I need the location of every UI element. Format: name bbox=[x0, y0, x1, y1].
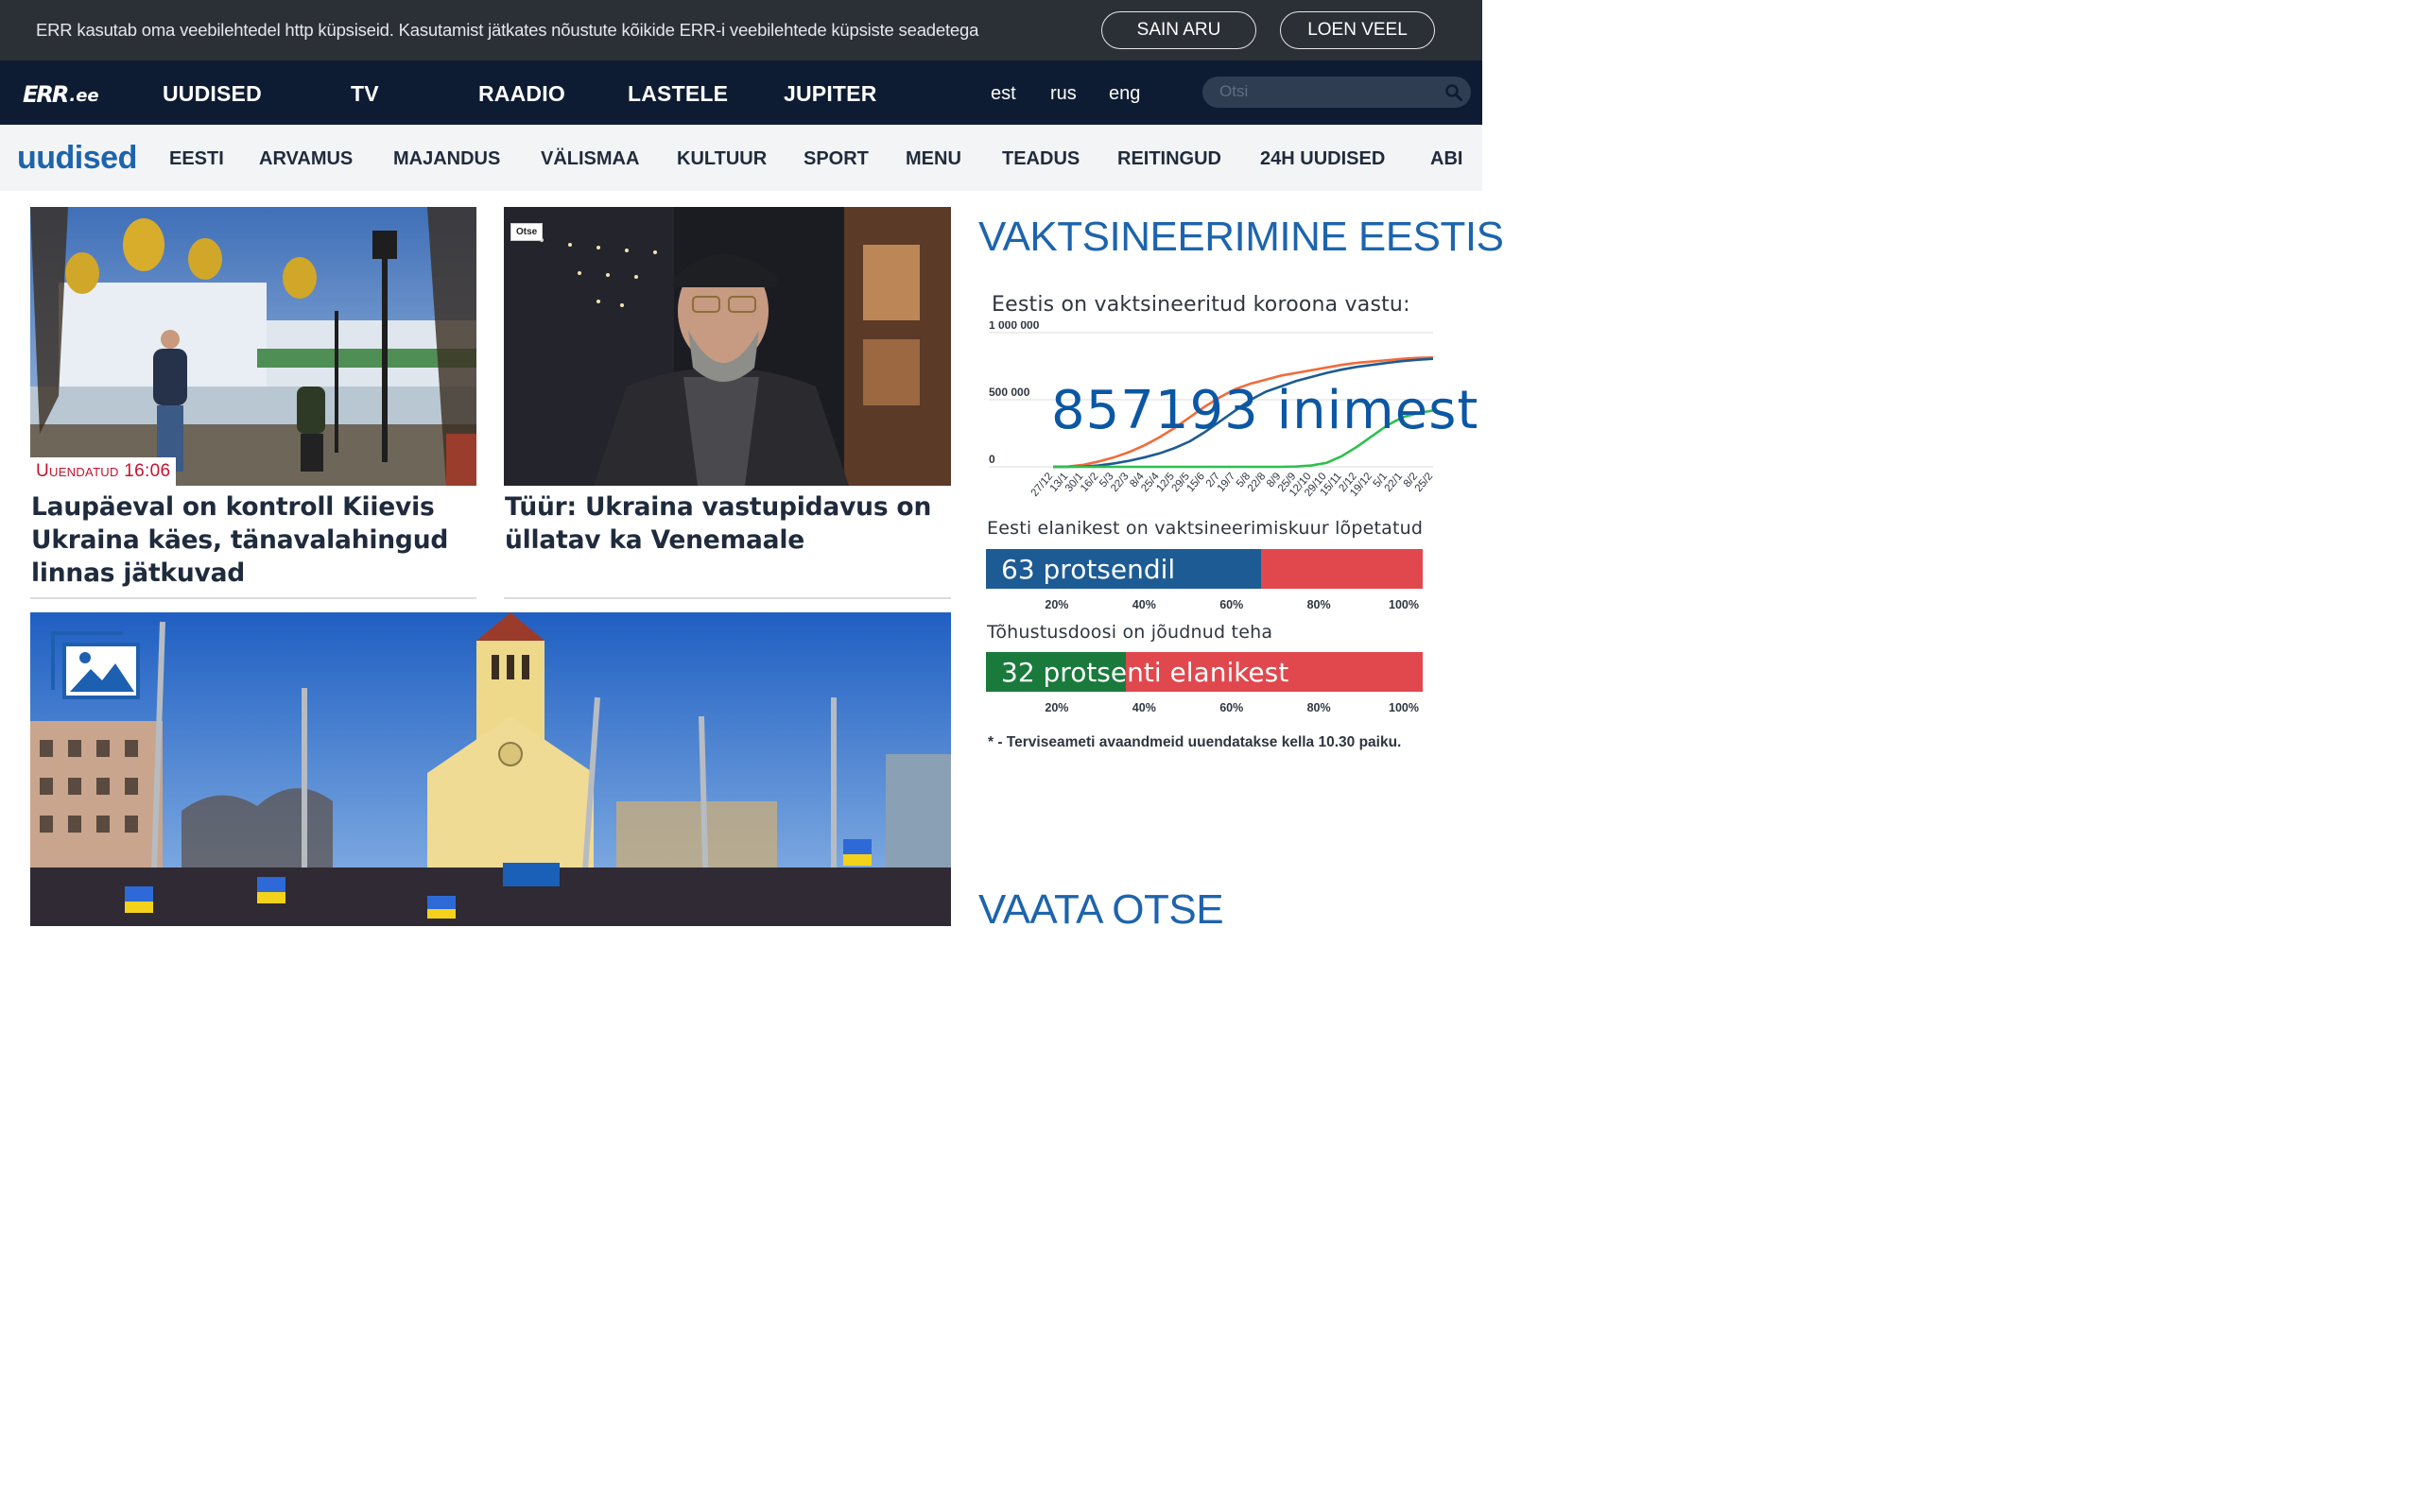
bar-axis-tick: 20% bbox=[1045, 701, 1069, 714]
bar-axis-tick: 100% bbox=[1389, 598, 1419, 611]
subnav-teadus[interactable]: TEADUS bbox=[1002, 148, 1080, 170]
cookie-read-more-button[interactable]: LOEN VEEL bbox=[1280, 11, 1435, 49]
chart-y-tick-label: 500 000 bbox=[989, 386, 1030, 399]
vaccination-heading: VAKTSINEERIMINE EESTIS bbox=[978, 214, 1504, 260]
chart-y-tick-label: 0 bbox=[989, 453, 995, 466]
subnav-24h-uudised[interactable]: 24H UUDISED bbox=[1260, 148, 1385, 170]
logo-mark: ERR bbox=[23, 81, 69, 108]
updated-badge: Uuendatud 16:06 bbox=[30, 457, 177, 486]
article-divider bbox=[504, 597, 951, 599]
bar-axis-tick: 40% bbox=[1132, 701, 1156, 714]
bar-axis-tick: 100% bbox=[1389, 701, 1419, 714]
completed-bar-label: 63 protsendil bbox=[1001, 554, 1176, 585]
subnav-abi[interactable]: ABI bbox=[1430, 148, 1462, 170]
chart-y-tick-label: 1 000 000 bbox=[989, 321, 1040, 332]
chart-x-tick-label: 25/2 bbox=[1413, 471, 1436, 494]
lang-est[interactable]: est bbox=[991, 83, 1016, 105]
logo-domain: .ee bbox=[69, 86, 99, 106]
search-input[interactable] bbox=[1219, 81, 1427, 102]
nav-tv[interactable]: TV bbox=[351, 81, 379, 107]
nav-raadio[interactable]: RAADIO bbox=[478, 81, 565, 107]
subnav-majandus[interactable]: MAJANDUS bbox=[393, 148, 500, 170]
article-image-kyiv[interactable] bbox=[30, 207, 476, 486]
bar-axis-tick: 40% bbox=[1132, 598, 1156, 611]
bar-axis-tick: 80% bbox=[1306, 701, 1331, 714]
subnav-arvamus[interactable]: ARVAMUS bbox=[259, 148, 353, 170]
photo-gallery-icon[interactable] bbox=[49, 629, 142, 701]
completed-bar-axis: 20% 40% 60% 80% 100% bbox=[986, 598, 1423, 617]
subnav-sport[interactable]: SPORT bbox=[804, 148, 869, 170]
search-icon[interactable] bbox=[1444, 83, 1463, 102]
nav-jupiter[interactable]: JUPITER bbox=[784, 81, 877, 107]
lang-rus[interactable]: rus bbox=[1050, 83, 1077, 105]
chart-caption: Eestis on vaktsineeritud koroona vastu: bbox=[992, 293, 1410, 317]
booster-bar-label: 32 protsenti elanikest bbox=[1001, 657, 1289, 688]
article-title-tuur[interactable]: Tüür: Ukraina vastupidavus on üllatav ka… bbox=[505, 490, 949, 557]
subnav-eesti[interactable]: EESTI bbox=[169, 148, 224, 170]
search-box bbox=[1202, 77, 1471, 108]
watch-live-heading: VAATA OTSE bbox=[978, 886, 1224, 933]
booster-caption: Tõhustusdoosi on jõudnud teha bbox=[987, 622, 1273, 643]
completed-bar: 63 protsendil bbox=[986, 549, 1423, 589]
article-image-tuur[interactable] bbox=[504, 207, 951, 486]
section-logo[interactable]: uudised bbox=[17, 140, 137, 177]
booster-bar-axis: 20% 40% 60% 80% 100% bbox=[986, 701, 1423, 720]
section-navigation: uudised EESTI ARVAMUS MAJANDUS VÄLISMAA … bbox=[0, 125, 1482, 191]
bar-axis-tick: 20% bbox=[1045, 598, 1069, 611]
data-footnote: * - Terviseameti avaandmeid uuendatakse … bbox=[988, 734, 1402, 750]
bar-axis-tick: 80% bbox=[1306, 598, 1331, 611]
subnav-valismaa[interactable]: VÄLISMAA bbox=[541, 148, 639, 170]
cookie-message: ERR kasutab oma veebilehtedel http küpsi… bbox=[36, 20, 979, 40]
bar-axis-tick: 60% bbox=[1219, 701, 1244, 714]
nav-uudised[interactable]: UUDISED bbox=[163, 81, 262, 107]
lang-eng[interactable]: eng bbox=[1109, 83, 1140, 105]
article-image-rally[interactable] bbox=[30, 612, 951, 926]
article-divider bbox=[30, 597, 476, 599]
completed-caption: Eesti elanikest on vaktsineerimiskuur lõ… bbox=[987, 518, 1424, 539]
bar-axis-tick: 60% bbox=[1219, 598, 1244, 611]
vaccinated-count: 857193 inimest bbox=[1051, 380, 1479, 441]
cookie-banner: ERR kasutab oma veebilehtedel http küpsi… bbox=[0, 0, 1482, 60]
subnav-menu[interactable]: MENU bbox=[906, 148, 961, 170]
err-logo[interactable]: ERR .ee bbox=[23, 81, 99, 106]
subnav-kultuur[interactable]: KULTUUR bbox=[677, 148, 767, 170]
article-title-kyiv[interactable]: Laupäeval on kontroll Kiievis Ukraina kä… bbox=[31, 490, 475, 590]
live-badge: Otse bbox=[510, 223, 544, 241]
cookie-accept-button[interactable]: SAIN ARU bbox=[1101, 11, 1256, 49]
main-navigation: ERR .ee UUDISED TV RAADIO LASTELE JUPITE… bbox=[0, 60, 1482, 125]
nav-lastele[interactable]: LASTELE bbox=[628, 81, 728, 107]
subnav-reitingud[interactable]: REITINGUD bbox=[1117, 148, 1221, 170]
booster-bar: 32 protsenti elanikest bbox=[986, 652, 1423, 692]
